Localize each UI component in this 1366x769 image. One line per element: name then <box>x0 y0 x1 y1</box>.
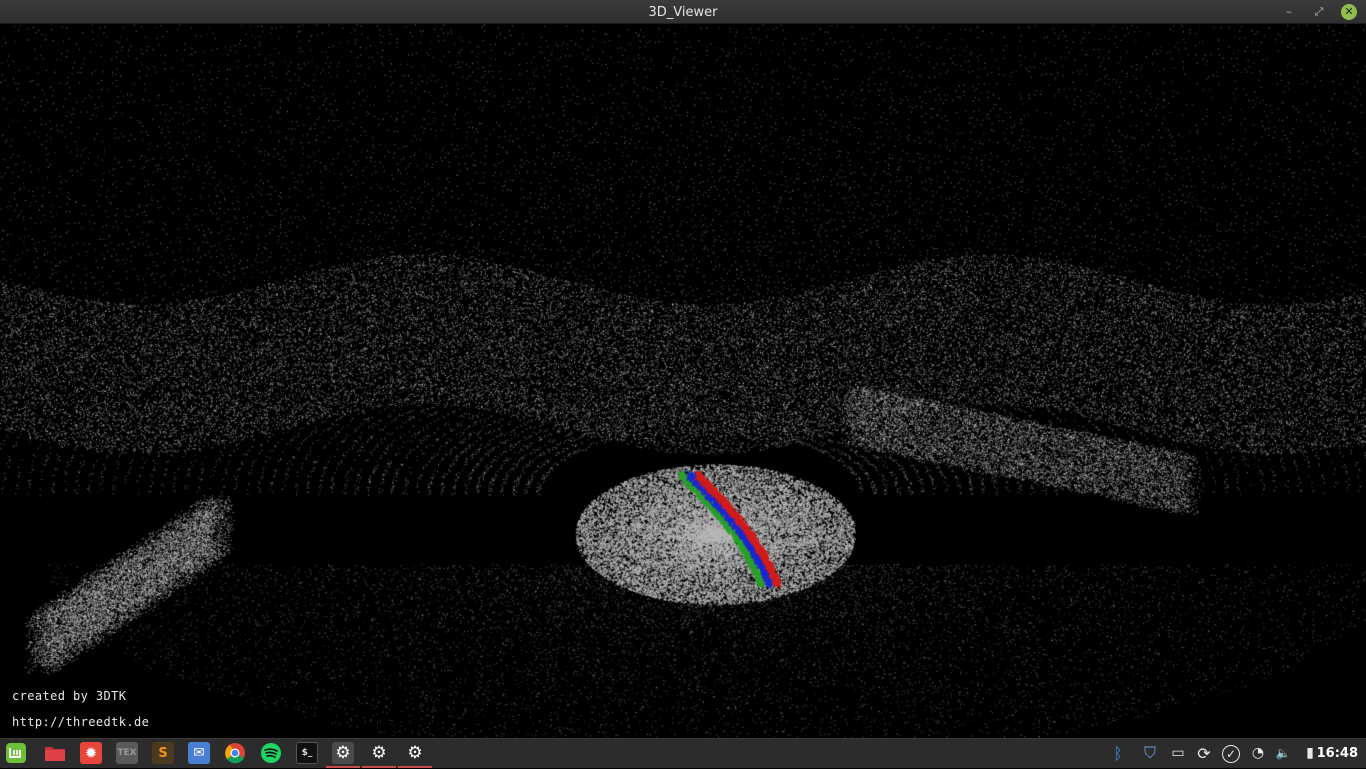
spotify-icon[interactable] <box>260 742 282 764</box>
mail-icon[interactable]: ✉ <box>188 742 210 764</box>
sublime-text-icon[interactable]: S <box>152 742 174 764</box>
shield-update-icon[interactable]: ⛉ <box>1140 743 1160 763</box>
wifi-icon[interactable]: ◔ <box>1248 743 1268 763</box>
clock[interactable]: 16:48 <box>1317 739 1358 769</box>
files-folder-icon[interactable] <box>44 742 66 764</box>
tex-editor-icon[interactable]: TEX <box>116 742 138 764</box>
sync-icon[interactable]: ⟳ <box>1194 743 1214 763</box>
gear-icon: ⚙ <box>335 743 351 763</box>
gear-icon: ⚙ <box>371 743 387 763</box>
red-app-icon[interactable]: ✹ <box>80 742 102 764</box>
bluetooth-icon[interactable]: ᛒ <box>1108 743 1128 763</box>
window-titlebar[interactable]: 3D_Viewer – ⤢ ✕ <box>0 0 1366 24</box>
maximize-icon[interactable]: ⤢ <box>1311 4 1327 20</box>
check-icon[interactable]: ✓ <box>1222 745 1240 763</box>
window-gear-icon-3[interactable]: ⚙ <box>398 742 432 768</box>
taskbar: ✹ TEX S ✉ $_ ⚙ ⚙ ⚙ ᛒ ⛉ ▭ ⟳ ✓ ◔ 🔈 ▮ 16:48 <box>0 738 1366 768</box>
close-icon[interactable]: ✕ <box>1341 4 1357 20</box>
chrome-icon[interactable] <box>224 742 246 764</box>
mint-menu-icon[interactable] <box>5 742 27 764</box>
gear-icon: ⚙ <box>407 743 423 763</box>
terminal-icon[interactable]: $_ <box>296 742 318 764</box>
window-gear-icon-2[interactable]: ⚙ <box>362 742 396 768</box>
point-cloud-canvas[interactable] <box>0 24 1366 738</box>
minimize-icon[interactable]: – <box>1281 4 1297 20</box>
volume-muted-icon[interactable]: 🔈 <box>1273 743 1293 763</box>
point-cloud-viewport[interactable]: created by 3DTK http://threedtk.de <box>0 24 1366 738</box>
display-icon[interactable]: ▭ <box>1168 743 1188 763</box>
credit-text: created by 3DTK <box>12 689 127 703</box>
website-url-text: http://threedtk.de <box>12 715 150 729</box>
window-3d-viewer-gear-icon[interactable]: ⚙ <box>326 742 360 768</box>
window-title: 3D_Viewer <box>648 5 718 20</box>
